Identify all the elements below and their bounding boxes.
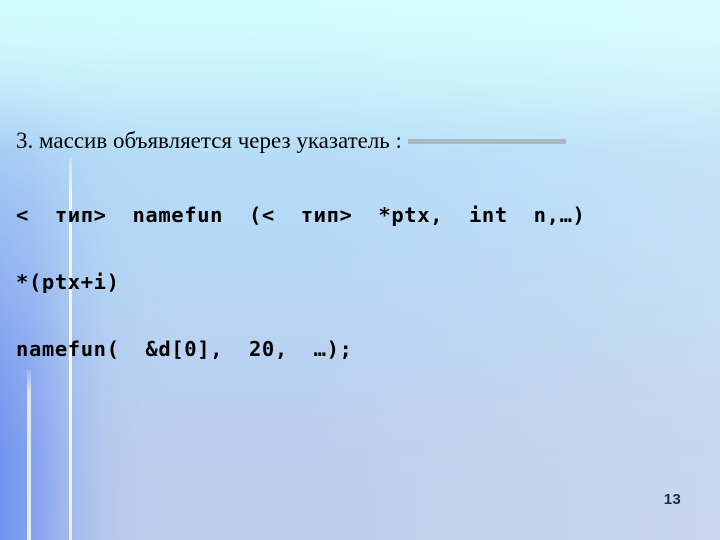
page-number: 13	[663, 491, 681, 508]
slide-heading-row: 3. массив объявляется через указатель :	[16, 127, 706, 155]
slide-heading-text: 3. массив объявляется через указатель :	[16, 128, 402, 153]
code-line-pointer-dereference: *(ptx+i)	[16, 270, 120, 294]
code-line-function-prototype: < тип> namefun (< тип> *ptx, int n,…)	[16, 203, 586, 227]
code-line-function-call: namefun( &d[0], 20, …);	[16, 337, 353, 361]
slide-content: 3. массив объявляется через указатель : …	[0, 0, 720, 540]
heading-underline-bar	[407, 138, 566, 144]
slide-canvas: 3. массив объявляется через указатель : …	[0, 0, 720, 540]
